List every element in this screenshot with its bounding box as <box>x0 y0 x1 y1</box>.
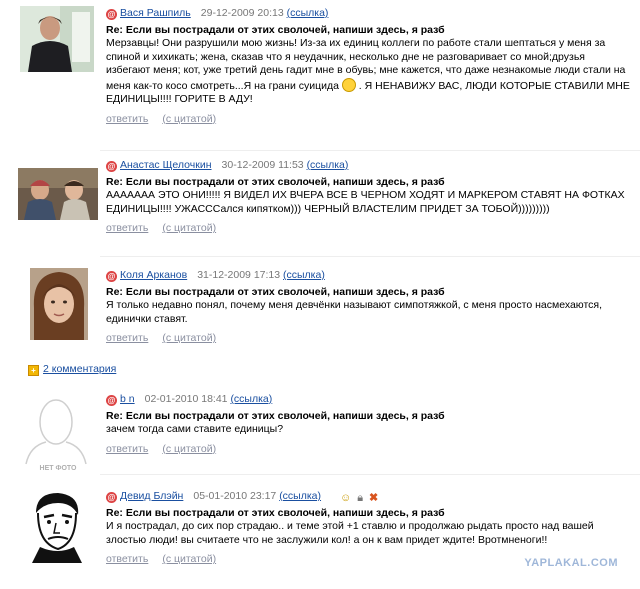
at-icon: @ <box>106 395 117 406</box>
at-icon: @ <box>106 492 117 503</box>
expand-replies-label[interactable]: 2 комментария <box>43 363 116 375</box>
reply-link[interactable]: ответить <box>106 332 148 344</box>
comment-date: 05-01-2010 23:17 <box>193 490 277 502</box>
crying-smiley-icon <box>341 77 356 92</box>
smiley-icon[interactable]: ☺ <box>340 492 351 504</box>
divider <box>100 256 640 257</box>
comment-text: зачем тогда сами ставите единицы? <box>106 423 284 435</box>
divider <box>100 150 640 151</box>
no-photo-caption: НЕТ ФОТО <box>40 465 77 472</box>
avatar[interactable] <box>22 489 92 563</box>
comment-actions: ответить (с цитатой) <box>106 222 632 234</box>
comment-meta: @ Девид Блэйн 05-01-2010 23:17 (ссылка) ☺ 🔒… <box>106 489 632 505</box>
comment-text: ААААААА ЭТО ОНИ!!!!! Я ВИДЕЛ ИХ ВЧЕРА ВС… <box>106 189 625 215</box>
username-link[interactable]: b n <box>120 393 135 405</box>
site-watermark: YAPLAKAL.COM <box>524 557 618 569</box>
reply-link[interactable]: ответить <box>106 113 148 125</box>
at-icon: @ <box>106 271 117 282</box>
permalink[interactable]: (ссылка) <box>279 490 321 502</box>
at-icon: @ <box>106 9 117 20</box>
comment-subject: Re: Если вы пострадали от этих сволочей,… <box>106 410 445 422</box>
avatar[interactable] <box>30 268 88 340</box>
comment-text: И я пострадал, до сих пор страдаю.. и те… <box>106 520 594 546</box>
reply-quote-link[interactable]: (с цитатой) <box>162 222 216 234</box>
permalink[interactable]: (ссылка) <box>283 269 325 281</box>
expand-replies-toggle[interactable]: +2 комментария <box>28 363 116 376</box>
reply-quote-link[interactable]: (с цитатой) <box>162 553 216 565</box>
avatar[interactable] <box>18 168 98 220</box>
comment-subject: Re: Если вы пострадали от этих сволочей,… <box>106 507 445 519</box>
comment-meta: @ Анастас Щелочкин 30-12-2009 11:53 (ссылк… <box>106 158 632 172</box>
comment-text: Я только недавно понял, почему меня девч… <box>106 299 602 325</box>
plus-icon: + <box>28 365 39 376</box>
comment-date: 29-12-2009 20:13 <box>200 7 284 19</box>
comment-meta: @ Коля Арканов 31-12-2009 17:13 (ссылка) <box>106 268 632 282</box>
permalink[interactable]: (ссылка) <box>287 7 329 19</box>
permalink[interactable]: (ссылка) <box>307 159 349 171</box>
comment-actions: ответить (с цитатой) <box>106 332 632 344</box>
comment-subject: Re: Если вы пострадали от этих сволочей,… <box>106 24 445 36</box>
permalink[interactable]: (ссылка) <box>230 393 272 405</box>
comment-subject: Re: Если вы пострадали от этих сволочей,… <box>106 176 445 188</box>
username-link[interactable]: Анастас Щелочкин <box>120 159 212 171</box>
comment-body: @ Коля Арканов 31-12-2009 17:13 (ссылка) R… <box>106 268 632 344</box>
delete-icon[interactable]: ✖ <box>369 492 378 504</box>
username-link[interactable]: Девид Блэйн <box>120 490 183 502</box>
avatar[interactable]: НЕТ ФОТО <box>20 392 96 474</box>
lock-icon[interactable]: 🔒︎ <box>357 492 363 504</box>
avatar[interactable] <box>20 6 94 72</box>
reply-quote-link[interactable]: (с цитатой) <box>162 113 216 125</box>
comment-actions: ответить (с цитатой) <box>106 113 632 125</box>
username-link[interactable]: Вася Рашпиль <box>120 7 191 19</box>
comment-body: @ Вася Рашпиль 29-12-2009 20:13 (ссылка) R… <box>106 6 632 125</box>
moderation-icons: ☺ 🔒︎ ✖ <box>340 491 384 505</box>
comment-body: @ Девид Блэйн 05-01-2010 23:17 (ссылка) ☺ 🔒… <box>106 489 632 565</box>
reply-quote-link[interactable]: (с цитатой) <box>162 332 216 344</box>
reply-link[interactable]: ответить <box>106 553 148 565</box>
comment-date: 31-12-2009 17:13 <box>197 269 281 281</box>
comment-text: Мерзавцы! Они разрушили мою жизнь! Из-за… <box>106 37 632 107</box>
comment-body: @ b n 02-01-2010 18:41 (ссылка) Re: Если в… <box>106 392 632 455</box>
comment-actions: ответить (с цитатой) <box>106 443 632 455</box>
username-link[interactable]: Коля Арканов <box>120 269 187 281</box>
divider <box>100 474 640 475</box>
comment-body: @ Анастас Щелочкин 30-12-2009 11:53 (ссылк… <box>106 158 632 234</box>
reply-link[interactable]: ответить <box>106 443 148 455</box>
comment-date: 30-12-2009 11:53 <box>221 159 304 171</box>
reply-quote-link[interactable]: (с цитатой) <box>162 443 216 455</box>
comment-meta: @ Вася Рашпиль 29-12-2009 20:13 (ссылка) <box>106 6 632 20</box>
comment-meta: @ b n 02-01-2010 18:41 (ссылка) <box>106 392 632 406</box>
at-icon: @ <box>106 161 117 172</box>
comment-date: 02-01-2010 18:41 <box>144 393 228 405</box>
reply-link[interactable]: ответить <box>106 222 148 234</box>
comment-subject: Re: Если вы пострадали от этих сволочей,… <box>106 286 445 298</box>
